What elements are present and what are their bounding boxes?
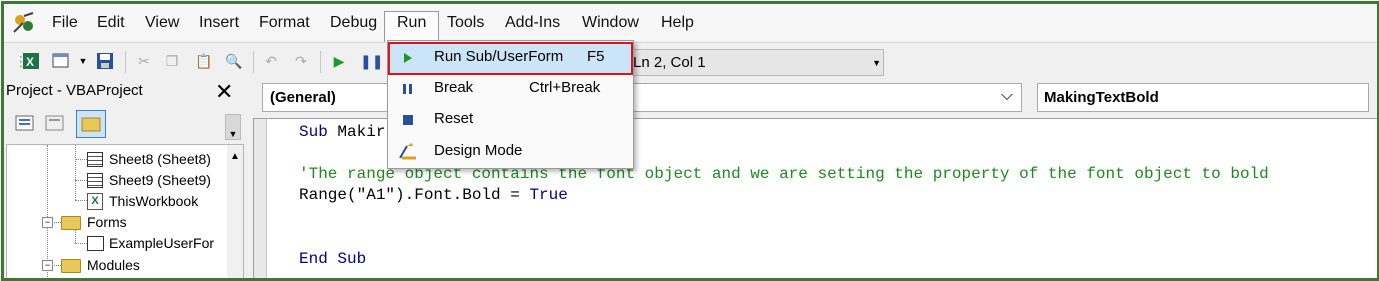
menu-tools[interactable]: Tools <box>447 14 484 32</box>
scroll-up-icon[interactable]: ▲ <box>230 151 240 162</box>
redo-icon[interactable]: ↷ <box>292 52 310 70</box>
menu-add-ins[interactable]: Add-Ins <box>505 14 560 32</box>
tree-item-label: ExampleUserFor <box>109 235 215 251</box>
toggle-folders-icon[interactable] <box>76 110 106 138</box>
view-code-icon[interactable] <box>14 113 36 133</box>
copy-icon[interactable]: ❐ <box>163 52 181 70</box>
project-toolbar: ▼ <box>4 107 242 142</box>
menu-item-design-mode[interactable]: Design Mode <box>388 136 633 167</box>
procedure-combo[interactable]: MakingTextBold <box>1037 83 1369 112</box>
menu-debug[interactable]: Debug <box>330 14 377 32</box>
vba-logo-icon <box>11 10 37 36</box>
toolbar-overflow-icon[interactable]: ▼ <box>225 114 241 140</box>
insert-userform-icon[interactable] <box>52 52 70 70</box>
sheet-icon <box>87 173 103 188</box>
menu-item-label: Run Sub/UserForm <box>434 48 564 65</box>
tree-scrollbar[interactable]: ▲ <box>227 145 243 278</box>
menu-file[interactable]: File <box>52 14 78 32</box>
run-icon[interactable]: ▶ <box>330 52 348 70</box>
toolbar-separator <box>125 51 126 73</box>
stop-icon <box>403 115 413 125</box>
cursor-position-box: Ln 2, Col 1 ▼ <box>624 49 884 76</box>
workbook-icon: X <box>87 193 103 210</box>
cursor-position: Ln 2, Col 1 <box>633 54 706 71</box>
menu-insert[interactable]: Insert <box>199 14 239 32</box>
pause-icon[interactable]: ❚❚ <box>360 52 383 70</box>
pause-icon <box>403 84 412 94</box>
tree-item-label: Forms <box>87 214 127 230</box>
tree-item-label: Modules <box>87 257 140 273</box>
menu-edit[interactable]: Edit <box>97 14 125 32</box>
sheet-icon <box>87 152 103 167</box>
find-icon[interactable]: 🔍 <box>225 52 243 70</box>
procedure-combo-value: MakingTextBold <box>1044 89 1159 106</box>
paste-icon[interactable]: 📋 <box>195 52 213 70</box>
svg-text:X: X <box>26 55 34 69</box>
code-line-statement: Range("A1").Font.Bold = True <box>299 186 568 204</box>
menu-format[interactable]: Format <box>259 14 310 32</box>
toolbar-grip-icon: ⋮ <box>14 53 28 69</box>
menu-item-shortcut: F5 <box>587 48 605 65</box>
code-line-end-sub: End Sub <box>299 250 367 268</box>
design-mode-icon <box>399 143 416 160</box>
tree-item-label: Sheet9 (Sheet9) <box>109 172 211 188</box>
chevron-down-icon[interactable]: ⌵ <box>1001 87 1013 105</box>
menu-item-shortcut: Ctrl+Break <box>529 79 601 96</box>
undo-icon[interactable]: ↶ <box>262 52 280 70</box>
project-pane-title: Project - VBAProject <box>6 82 143 99</box>
toolbar-separator <box>253 51 254 73</box>
folder-icon <box>61 216 81 230</box>
menu-run[interactable]: Run <box>397 14 426 32</box>
chevron-down-icon[interactable]: ▼ <box>74 52 92 70</box>
userform-icon <box>87 236 104 251</box>
menu-item-label: Break <box>434 79 474 96</box>
menu-item-label: Design Mode <box>434 142 523 159</box>
menu-window[interactable]: Window <box>582 14 639 32</box>
menu-help[interactable]: Help <box>661 14 694 32</box>
menu-item-reset[interactable]: Reset <box>388 104 633 135</box>
code-line-sub: Sub Makir <box>299 123 386 141</box>
object-combo-value: (General) <box>270 89 336 106</box>
tree-item-label: Sheet8 (Sheet8) <box>109 151 211 167</box>
folder-icon <box>61 259 81 273</box>
editor-margin <box>254 119 267 278</box>
project-tree: Sheet8 (Sheet8) Sheet9 (Sheet9) X ThisWo… <box>6 144 244 278</box>
view-excel-icon[interactable]: X <box>22 52 40 70</box>
view-object-icon[interactable] <box>44 113 66 133</box>
project-pane-header: Project - VBAProject ✕ <box>4 79 242 105</box>
standard-toolbar: ⋮ X ▼ ✂ ❐ 📋 🔍 ↶ ↷ ▶ ❚❚ Ln 2, Col 1 ▼ <box>4 42 1377 79</box>
toolbar-overflow-icon[interactable]: ▼ <box>872 58 881 68</box>
close-icon[interactable]: ✕ <box>215 79 233 105</box>
menu-item-break[interactable]: Break Ctrl+Break <box>388 73 633 104</box>
tree-item-label: ThisWorkbook <box>109 193 199 209</box>
run-icon <box>404 53 412 63</box>
menu-view[interactable]: View <box>145 14 179 32</box>
menu-item-run-sub-userform[interactable]: Run Sub/UserForm F5 <box>388 42 633 75</box>
object-combo[interactable]: (General) ⌵ <box>262 83 1022 112</box>
collapse-icon[interactable]: − <box>42 217 53 228</box>
menu-item-label: Reset <box>434 110 474 127</box>
save-icon[interactable] <box>96 52 114 70</box>
vba-editor-window: File Edit View Insert Format Debug Run T… <box>1 1 1379 281</box>
cut-icon[interactable]: ✂ <box>135 52 153 70</box>
run-menu-dropdown: Run Sub/UserForm F5 Break Ctrl+Break Res… <box>387 40 634 169</box>
collapse-icon[interactable]: − <box>42 260 53 271</box>
toolbar-separator <box>320 51 321 73</box>
menubar: File Edit View Insert Format Debug Run T… <box>4 4 1377 42</box>
